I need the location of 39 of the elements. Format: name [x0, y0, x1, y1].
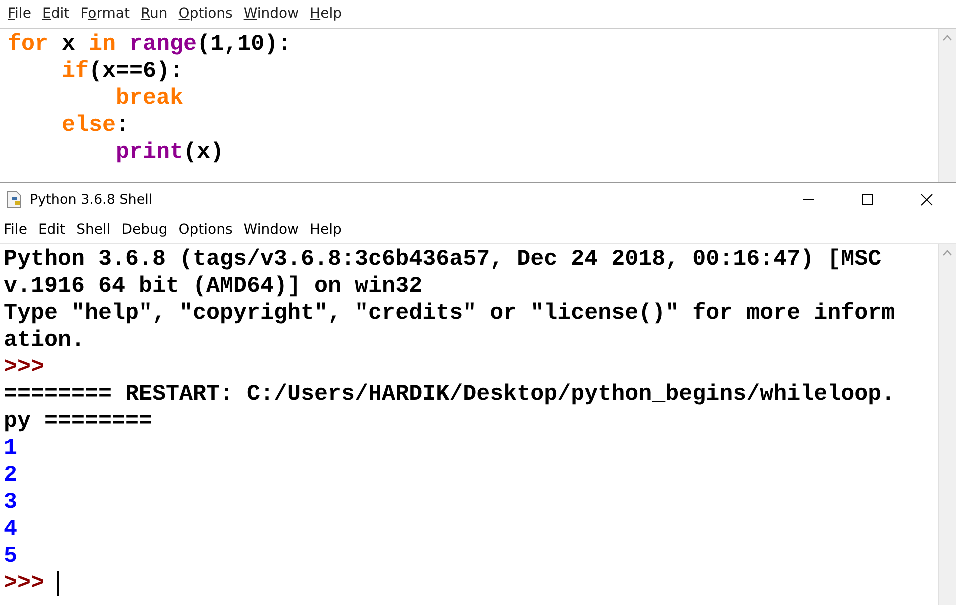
menu-item[interactable]: Shell: [72, 222, 118, 238]
menu-item[interactable]: Debug: [118, 222, 175, 238]
menu-item[interactable]: Help: [306, 6, 349, 22]
menu-item[interactable]: Format: [76, 6, 137, 22]
shell-output-line: 3: [4, 489, 18, 516]
close-icon: [920, 194, 932, 206]
code-line: print(x): [115, 139, 226, 166]
menu-item[interactable]: Window: [240, 6, 306, 22]
code-line: if(x==6):: [61, 58, 185, 85]
shell-prompt: >>>: [4, 354, 45, 381]
menu-item[interactable]: Edit: [34, 222, 73, 238]
minimize-icon: [803, 199, 814, 200]
shell-output-line: 1: [4, 435, 18, 462]
maximize-icon: [862, 194, 873, 205]
menu-item[interactable]: Options: [174, 222, 240, 238]
shell-output-line: Python 3.6.8 (tags/v3.6.8:3c6b436a57, Dec 24 2018, 00:16:47) [MSC: [4, 246, 882, 273]
shell-output-line: v.1916 64 bit (AMD64)] on win32: [4, 273, 423, 300]
shell-output-line: 2: [4, 462, 18, 489]
python-file-icon: [6, 190, 24, 208]
shell-output-line: ======== RESTART: C:/Users/HARDIK/Desktop/python_begins/whileloop.: [4, 381, 896, 408]
window-title: Python 3.6.8 Shell: [30, 192, 154, 208]
shell-output-line: 5: [4, 543, 18, 570]
menu-item[interactable]: Edit: [38, 6, 77, 22]
menu-item[interactable]: File: [0, 222, 34, 238]
shell-output-line: py ========: [4, 408, 153, 435]
menu-item[interactable]: File: [4, 6, 38, 22]
menu-item[interactable]: Help: [306, 222, 349, 238]
shell-output-line: Type "help", "copyright", "credits" or "license()" for more inform: [4, 300, 896, 327]
shell-output-line: 4: [4, 516, 18, 543]
shell-prompt: >>>: [4, 570, 45, 597]
code-line: for x in range(1,10):: [8, 31, 293, 58]
code-line: else:: [61, 112, 131, 139]
scrollbar[interactable]: [938, 244, 956, 605]
menu-item[interactable]: Window: [240, 222, 306, 238]
code-line: break: [115, 85, 185, 112]
menu-item[interactable]: Options: [174, 6, 240, 22]
scrollbar[interactable]: [938, 29, 956, 182]
menu-item[interactable]: Run: [136, 6, 175, 22]
shell-output-line: ation.: [4, 327, 86, 354]
